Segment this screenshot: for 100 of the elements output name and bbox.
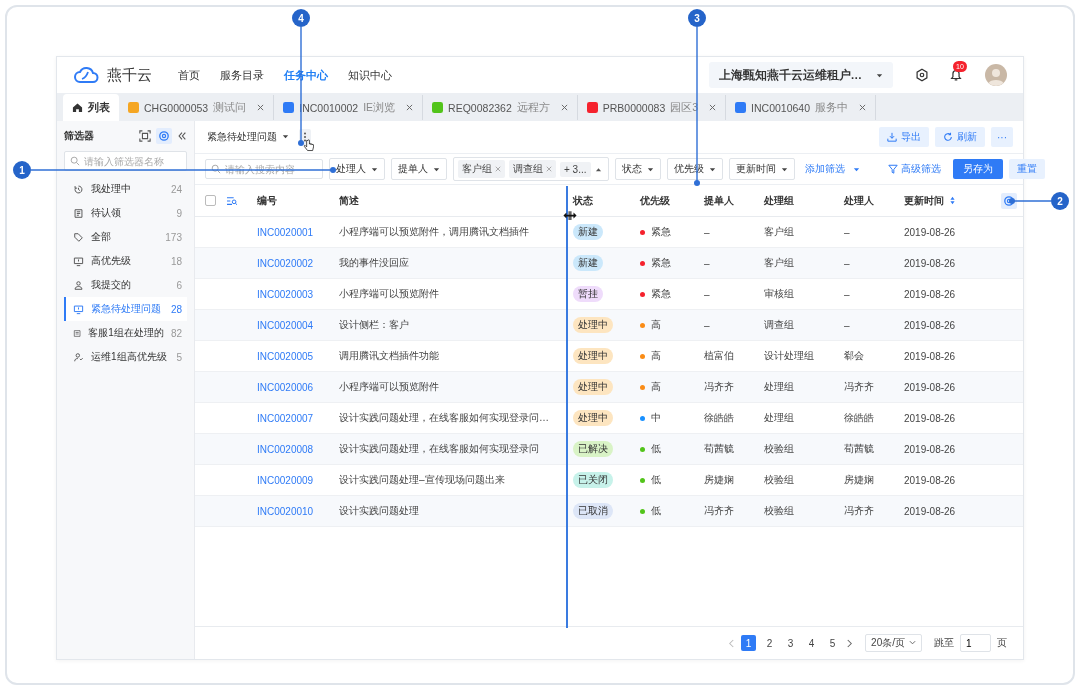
record-link[interactable]: INC0020003 (257, 288, 314, 300)
date-text: 2019-08-26 (904, 226, 956, 238)
table-cell: 校验组 (764, 504, 794, 518)
summary-text: 设计实践问题处理 (339, 504, 419, 518)
filter-item[interactable]: 全部 173 (64, 225, 187, 249)
priority-text: 高 (651, 318, 661, 332)
close-icon[interactable] (709, 104, 717, 111)
record-tab[interactable]: INC0010640 服务中 (726, 95, 877, 120)
nav-link[interactable]: 服务目录 (220, 67, 264, 83)
record-link[interactable]: INC0020002 (257, 257, 314, 269)
close-icon[interactable] (406, 104, 414, 111)
filter-item[interactable]: 紧急待处理问题 28 (64, 297, 187, 321)
record-link[interactable]: INC0020005 (257, 350, 314, 362)
filter-item[interactable]: 待认领 9 (64, 201, 187, 225)
table-cell: 房婕娴 (844, 473, 874, 487)
search-icon (70, 156, 80, 166)
advanced-filter-link[interactable]: 高级筛选 (887, 162, 941, 176)
date-text: 2019-08-26 (904, 505, 956, 517)
refresh-button[interactable]: 刷新 (935, 127, 985, 147)
scan-icon[interactable] (139, 130, 151, 142)
page-button[interactable]: 3 (783, 635, 799, 651)
table-cell: – (844, 226, 850, 238)
filter-dropdown[interactable]: 状态 (614, 158, 661, 180)
caret-icon (433, 165, 440, 173)
page-size-select[interactable]: 20条/页 (865, 634, 922, 652)
pointer-cursor-icon (303, 139, 314, 152)
filter-item[interactable]: 客服1组在处理的 82 (64, 321, 187, 345)
jump-label: 跳至 (934, 636, 954, 650)
record-link[interactable]: INC0020010 (257, 505, 314, 517)
monitor-icon (73, 303, 84, 315)
tenant-select[interactable]: 上海甄知燕千云运维租户… (708, 62, 893, 88)
settings-icon[interactable] (915, 68, 929, 82)
close-icon[interactable] (257, 104, 265, 111)
page-button[interactable]: 4 (804, 635, 820, 651)
filter-dropdown[interactable]: 提单人 (391, 158, 447, 180)
card-icon (73, 327, 82, 339)
page-button[interactable]: 2 (762, 635, 778, 651)
priority-text: 低 (651, 442, 661, 456)
filter-item[interactable]: 运维1组高优先级 5 (64, 345, 187, 369)
more-button[interactable]: ··· (991, 127, 1013, 147)
caret-icon (282, 133, 289, 140)
collapse-icon[interactable] (177, 131, 187, 141)
nav-link[interactable]: 知识中心 (348, 67, 392, 83)
table-cell: – (704, 288, 710, 300)
record-link[interactable]: INC0020008 (257, 443, 314, 455)
nav-link[interactable]: 首页 (178, 67, 200, 83)
caret-icon (646, 165, 654, 173)
bell-icon[interactable] (949, 68, 963, 82)
add-filter-link[interactable]: 添加筛选 (804, 162, 860, 176)
record-link[interactable]: INC0020004 (257, 319, 314, 331)
page-button[interactable]: 1 (741, 635, 757, 651)
callout-marker: 2 (1051, 192, 1069, 210)
select-all-checkbox[interactable] (205, 195, 216, 206)
reset-button[interactable]: 重置 (1008, 159, 1045, 179)
table-cell: 郗会 (844, 349, 864, 363)
table-cell: – (704, 257, 710, 269)
filter-tag: 调查组 (509, 160, 556, 178)
filter-dropdown[interactable]: 更新时间 (728, 158, 795, 180)
export-button[interactable]: 导出 (879, 127, 929, 147)
column-header: 编号 (257, 193, 277, 208)
close-icon[interactable] (859, 104, 867, 111)
priority-text: 高 (651, 349, 661, 363)
record-tab[interactable]: CHG0000053 测试问 (119, 95, 275, 120)
filter-item[interactable]: 我提交的 6 (64, 273, 187, 297)
tag-icon (73, 231, 84, 243)
summary-text: 设计实践问题处理，在线客服如何实现登录问 (339, 442, 539, 456)
page-button[interactable]: 5 (825, 635, 841, 651)
record-link[interactable]: INC0020007 (257, 412, 314, 424)
caret-icon (708, 165, 716, 173)
record-tab[interactable]: 列表 (63, 94, 119, 121)
date-text: 2019-08-26 (904, 257, 956, 269)
table-cell: 调查组 (764, 318, 794, 332)
caret-icon (371, 165, 378, 173)
filter-item[interactable]: 高优先级 18 (64, 249, 187, 273)
date-text: 2019-08-26 (904, 288, 956, 300)
status-tag: 处理中 (573, 317, 613, 333)
next-page-icon[interactable] (846, 638, 854, 648)
sort-icon[interactable] (950, 196, 955, 205)
record-tab[interactable]: REQ0082362 远程方 (423, 95, 578, 120)
summary-text: 设计实践问题处理–宣传现场问题出来 (339, 473, 505, 487)
record-link[interactable]: INC0020009 (257, 474, 314, 486)
filter-dropdown[interactable]: 处理人 (329, 158, 385, 180)
page-input[interactable]: 1 (960, 634, 991, 652)
view-select[interactable]: 紧急待处理问题 (207, 130, 289, 144)
caret-icon (852, 165, 860, 173)
priority-text: 中 (651, 411, 661, 425)
status-tag: 处理中 (573, 410, 613, 426)
record-link[interactable]: INC0020001 (257, 226, 314, 238)
status-tag: 已解决 (573, 441, 613, 457)
save-as-button[interactable]: 另存为 (952, 159, 1003, 179)
column-filter-icon[interactable] (226, 195, 238, 206)
date-text: 2019-08-26 (904, 350, 956, 362)
refresh-icon (943, 132, 953, 142)
table-cell: 审核组 (764, 287, 794, 301)
filter-item[interactable]: 我处理中 24 (64, 177, 187, 201)
search-icon (211, 164, 221, 174)
record-link[interactable]: INC0020006 (257, 381, 314, 393)
date-text: 2019-08-26 (904, 412, 956, 424)
close-icon[interactable] (560, 104, 568, 111)
table-cell: – (704, 226, 710, 238)
